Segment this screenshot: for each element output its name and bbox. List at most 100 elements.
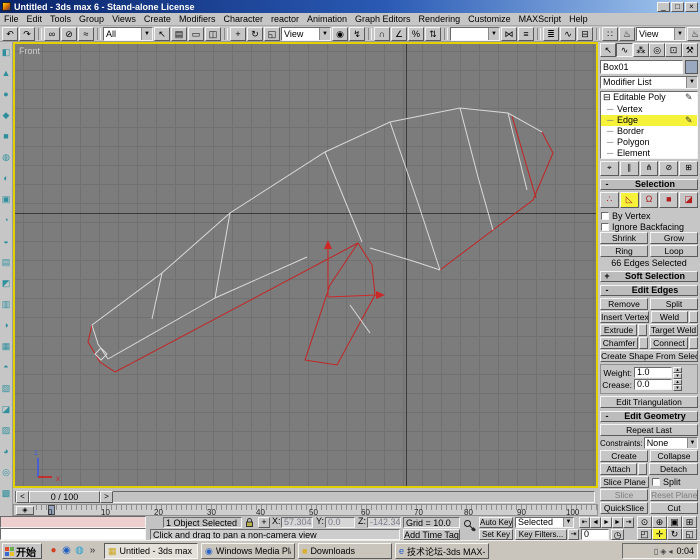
camera-icon[interactable]: ▩	[0, 483, 12, 504]
minimize-button[interactable]: _	[657, 2, 670, 12]
chevron-down-icon[interactable]: ▼	[141, 28, 152, 40]
menu-item[interactable]: Rendering	[415, 13, 465, 25]
tab-strip-icon[interactable]: ◕	[0, 441, 12, 462]
absolute-mode-toggle-icon[interactable]: +	[258, 517, 270, 528]
maxscript-mini-listener-white[interactable]	[0, 528, 146, 540]
weld-button[interactable]: Weld	[651, 311, 688, 323]
tray-icon-1[interactable]: ▯	[654, 547, 658, 556]
edit-edges-rollout-header[interactable]: - Edit Edges	[600, 285, 698, 296]
slice-plane-button[interactable]: Slice Plane	[600, 476, 649, 488]
select-and-link-icon[interactable]: ∞ ▼	[44, 27, 60, 41]
stack-item-edge[interactable]: ─ Edge ✎	[601, 115, 697, 126]
chevron-down-icon[interactable]: ▼	[319, 28, 330, 40]
tab-hierarchy-icon[interactable]: ⁂	[633, 43, 649, 57]
pin-stack-icon[interactable]: ⌖	[600, 161, 619, 176]
angle-snap-icon[interactable]: ∠ ▼	[391, 27, 407, 41]
tab-strip-icon[interactable]: ▥	[0, 294, 12, 315]
shrink-button[interactable]: Shrink	[600, 232, 648, 244]
tab-strip-icon[interactable]: ▦	[0, 336, 12, 357]
taskbar-task-wmp[interactable]: ◉ Windows Media Player	[201, 543, 295, 559]
repeat-last-button[interactable]: Repeat Last	[600, 424, 698, 436]
tab-strip-icon[interactable]: ●	[0, 84, 12, 105]
tab-utilities-icon[interactable]: ⚒	[682, 43, 698, 57]
separator[interactable]: ▼	[38, 28, 42, 40]
layer-manager-icon[interactable]: ≣ ▼	[543, 27, 559, 41]
maximize-button[interactable]: □	[671, 2, 684, 12]
material-editor-icon[interactable]: ∷ ▼	[602, 27, 618, 41]
stack-root-row[interactable]: ⊟ Editable Poly ✎	[601, 92, 697, 104]
menu-item[interactable]: Customize	[464, 13, 515, 25]
menu-item[interactable]: reactor	[267, 13, 303, 25]
chamfer-button[interactable]: Chamfer	[600, 337, 638, 349]
taskbar-task-3dsmax[interactable]: ▦ Untitled - 3ds max ...	[104, 543, 198, 559]
select-and-rotate-icon[interactable]: ↻ ▼	[247, 27, 263, 41]
separator[interactable]: ▼	[596, 28, 600, 40]
previous-frame-button[interactable]: ◄	[590, 517, 601, 528]
x-coordinate-field[interactable]: 57.304	[281, 517, 313, 528]
menu-item[interactable]: Graph Editors	[351, 13, 415, 25]
taskbar-task-downloads[interactable]: ■ Downloads	[298, 543, 392, 559]
slice-button[interactable]: Slice	[600, 489, 648, 501]
add-time-tag-button[interactable]: Add Time Tag	[403, 529, 460, 540]
viewport-label[interactable]: Front	[19, 46, 40, 56]
configure-modifier-sets-icon[interactable]: ⊞	[679, 161, 698, 176]
tab-strip-icon[interactable]: ◔	[0, 210, 12, 231]
split-checkbox[interactable]	[652, 478, 660, 486]
vertex-subobject-icon[interactable]: ∴	[600, 192, 619, 208]
use-pivot-center-icon[interactable]: ◉ ▼	[332, 27, 348, 41]
separator[interactable]: ▼	[224, 28, 228, 40]
grow-button[interactable]: Grow	[650, 232, 698, 244]
connect-settings-button[interactable]	[689, 337, 698, 349]
by-vertex-checkbox[interactable]	[601, 212, 609, 220]
object-name-field[interactable]: Box01	[600, 60, 683, 74]
rectangular-selection-region-icon[interactable]: ▭ ▼	[188, 27, 204, 41]
zoom-extents-icon[interactable]: ▣	[667, 516, 682, 528]
chevron-down-icon[interactable]: ▼	[563, 518, 573, 527]
arc-rotate-icon[interactable]: ↻	[667, 528, 682, 540]
extrude-settings-button[interactable]	[638, 324, 647, 336]
tab-strip-icon[interactable]: ▣	[0, 189, 12, 210]
taskbar-task-ie[interactable]: e 技术论坛-3ds MAX-是...	[395, 543, 489, 559]
weld-settings-button[interactable]	[689, 311, 698, 323]
percent-snap-icon[interactable]: % ▼	[408, 27, 424, 41]
chevron-down-icon[interactable]: ▼	[686, 77, 697, 88]
key-mode-toggle-icon[interactable]: ◈	[16, 506, 34, 515]
separator[interactable]: ▼	[444, 28, 448, 40]
insert-vertex-button[interactable]: Insert Vertex	[600, 311, 649, 323]
schematic-view-icon[interactable]: ⊟ ▼	[577, 27, 593, 41]
start-button[interactable]: 开始	[2, 543, 42, 559]
soft-selection-rollout-header[interactable]: + Soft Selection	[600, 271, 698, 282]
show-end-result-icon[interactable]: ∥	[620, 161, 639, 176]
extrude-button[interactable]: Extrude	[600, 324, 637, 336]
quick-launch-icon-2[interactable]: ◉	[60, 544, 73, 558]
split-button[interactable]: Split	[650, 298, 698, 310]
go-to-start-button[interactable]: ⇤	[579, 517, 590, 528]
menu-item[interactable]: Animation	[303, 13, 351, 25]
auto-key-button[interactable]: Auto Key	[479, 517, 513, 528]
separator[interactable]: ▼	[537, 28, 541, 40]
track-bar[interactable]: ◈ 0102030405060708090100	[13, 504, 598, 516]
selection-lock-icon[interactable]	[245, 517, 256, 528]
current-frame-field[interactable]: 0	[581, 529, 609, 540]
snap-toggle-icon[interactable]: ∩ ▼	[374, 27, 390, 41]
ring-button[interactable]: Ring	[600, 245, 648, 257]
unlink-selection-icon[interactable]: ⊘ ▼	[61, 27, 77, 41]
constraints-dropdown[interactable]: None ▼	[644, 437, 698, 449]
target-weld-button[interactable]: Target Weld	[649, 324, 698, 336]
reset-plane-button[interactable]: Reset Plane	[650, 489, 698, 501]
window-crossing-toggle-icon[interactable]: ◫ ▼	[205, 27, 221, 41]
stack-item-element[interactable]: ─ Element	[601, 148, 697, 159]
selection-rollout-header[interactable]: - Selection	[600, 179, 698, 190]
select-object-icon[interactable]: ↖ ▼	[154, 27, 170, 41]
tab-motion-icon[interactable]: ◎	[649, 43, 665, 57]
modifier-stack[interactable]: ⊟ Editable Poly ✎ ─ Vertex ─ Edge ✎ ─ Bo…	[600, 91, 698, 159]
maxscript-mini-listener-pink[interactable]	[0, 516, 146, 528]
region-zoom-icon[interactable]: ◰	[637, 528, 652, 540]
named-selection-sets-dropdown[interactable]: ▼	[450, 27, 500, 41]
ignore-backfacing-checkbox[interactable]	[601, 223, 609, 231]
modifier-list-dropdown[interactable]: Modifier List ▼	[600, 76, 698, 89]
selection-filter-dropdown[interactable]: All ▼	[103, 27, 153, 41]
zoom-icon[interactable]: ⊙	[637, 516, 652, 528]
crease-spinner[interactable]: ▴▾	[673, 379, 682, 391]
menu-item[interactable]: MAXScript	[515, 13, 566, 25]
